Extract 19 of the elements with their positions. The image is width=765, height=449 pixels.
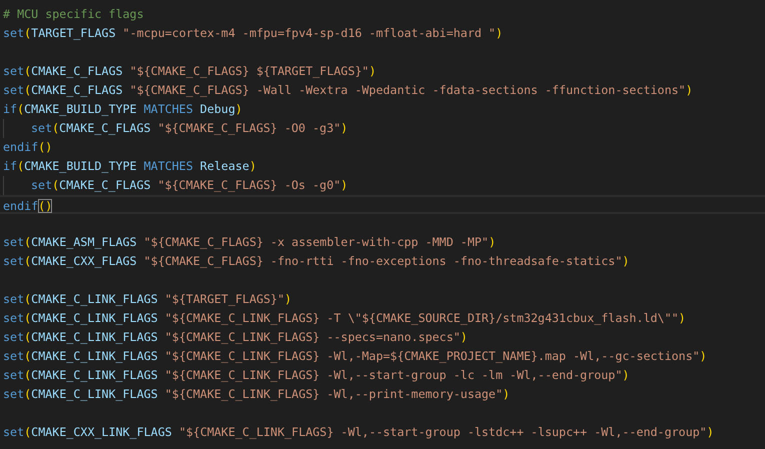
code-line: endif() (0, 195, 765, 214)
code-line: set(CMAKE_C_FLAGS "${CMAKE_C_FLAGS} ${TARGET_FLAGS}") (2, 63, 377, 80)
code-line: set(CMAKE_C_LINK_FLAGS "${CMAKE_C_LINK_FLAGS} -Wl,--print-memory-usage") (2, 386, 511, 403)
code-line: set(CMAKE_C_LINK_FLAGS "${CMAKE_C_LINK_FLAGS} -T \"${CMAKE_SOURCE_DIR}/stm32g431cbux_flash.ld\"") (2, 310, 687, 327)
code-line: if(CMAKE_BUILD_TYPE MATCHES Debug) (2, 101, 244, 118)
code-line: set(CMAKE_C_FLAGS "${CMAKE_C_FLAGS} -Os -g0") (0, 176, 765, 195)
code-line: set(CMAKE_ASM_FLAGS "${CMAKE_C_FLAGS} -x assembler-with-cpp -MMD -MP") (2, 234, 497, 251)
code-line: set(CMAKE_C_LINK_FLAGS "${CMAKE_C_LINK_FLAGS} -Wl,-Map=${CMAKE_PROJECT_NAME}.map -Wl,--gc-sections") (2, 348, 708, 365)
code-line: set(CMAKE_C_FLAGS "${CMAKE_C_FLAGS} -O0 -g3") (0, 119, 765, 138)
code-line: set(CMAKE_C_FLAGS "${CMAKE_C_FLAGS} -Wall -Wextra -Wpedantic -fdata-sections -ffunction-sections") (2, 82, 694, 99)
code-line: set(CMAKE_C_LINK_FLAGS "${CMAKE_C_LINK_FLAGS} --specs=nano.specs") (2, 329, 468, 346)
code-line: set(CMAKE_CXX_LINK_FLAGS "${CMAKE_C_LINK_FLAGS} -Wl,--start-group -lstdc++ -lsupc++ -Wl,--end-group") (2, 424, 715, 441)
code-line: set(TARGET_FLAGS "-mcpu=cortex-m4 -mfpu=fpv4-sp-d16 -mfloat-abi=hard ") (2, 25, 504, 42)
code-line: set(CMAKE_CXX_FLAGS "${CMAKE_C_FLAGS} -fno-rtti -fno-exceptions -fno-threadsafe-statics") (2, 253, 630, 270)
code-line: if(CMAKE_BUILD_TYPE MATCHES Release) (2, 158, 258, 175)
code-line: endif() (2, 139, 54, 156)
code-line: set(CMAKE_C_LINK_FLAGS "${TARGET_FLAGS}") (2, 291, 293, 308)
code-line: # MCU specific flags (2, 6, 145, 23)
code-line: set(CMAKE_C_LINK_FLAGS "${CMAKE_C_LINK_FLAGS} -Wl,--start-group -lc -lm -Wl,--end-group") (2, 367, 630, 384)
